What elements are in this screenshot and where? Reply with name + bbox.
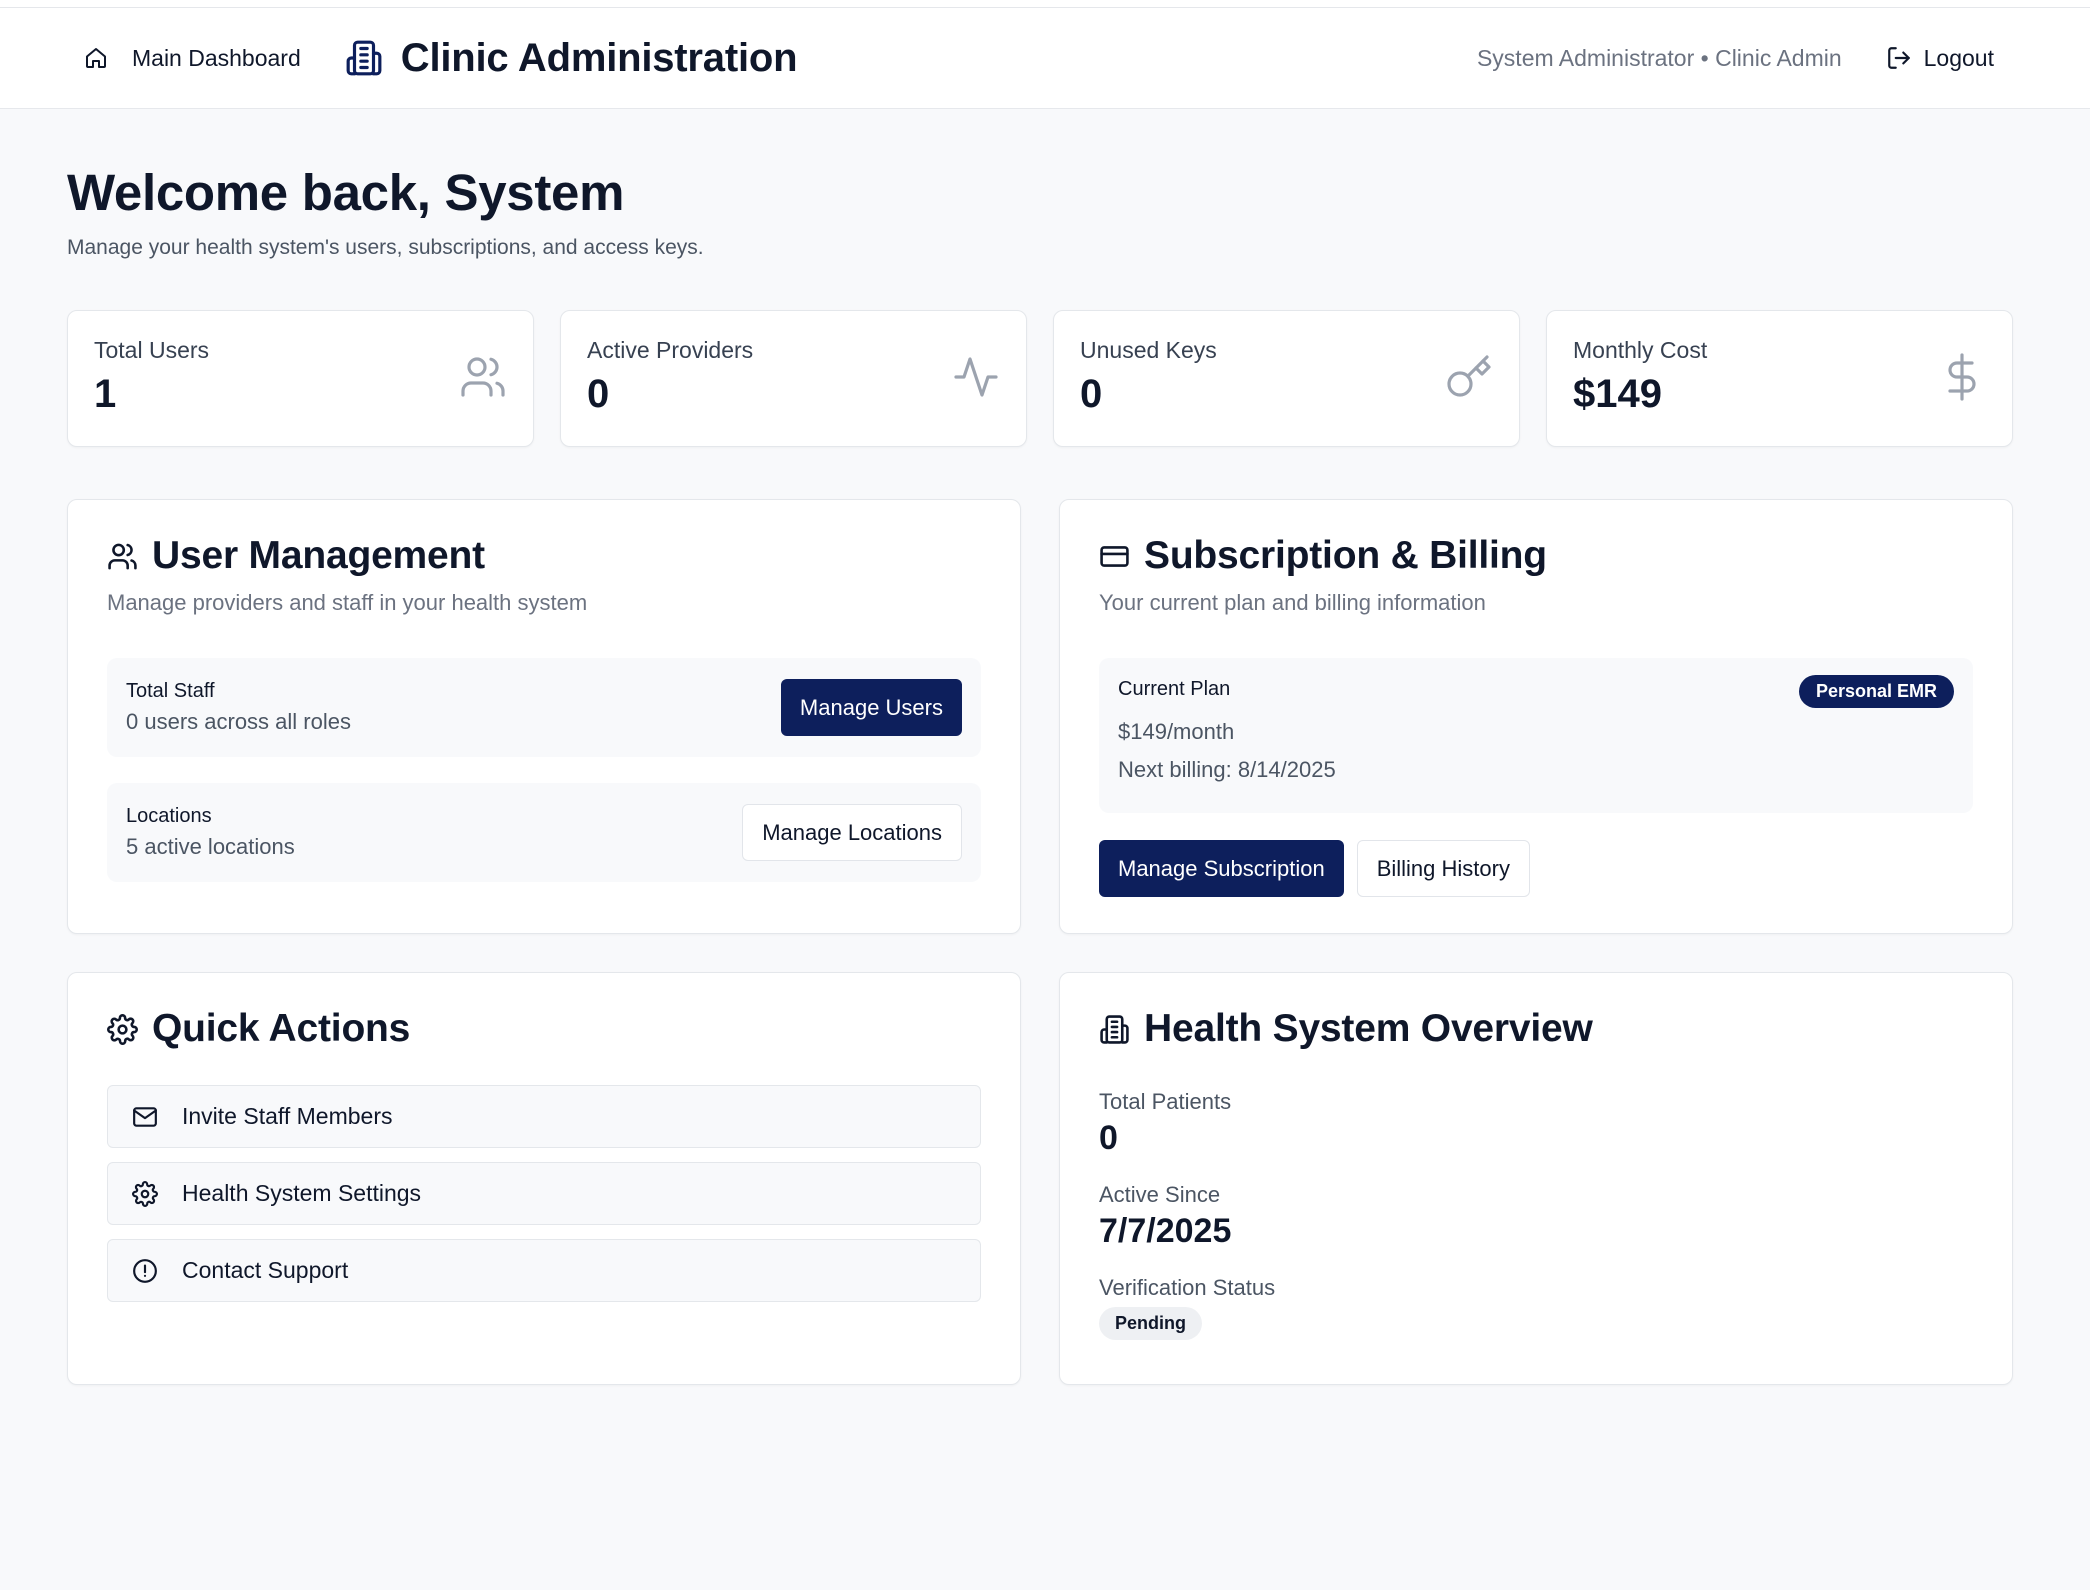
action-label: Contact Support xyxy=(182,1257,349,1283)
main-content: Welcome back, System Manage your health … xyxy=(0,163,2090,1385)
mail-icon xyxy=(132,1104,158,1130)
total-staff-row: Total Staff 0 users across all roles Man… xyxy=(107,658,981,757)
manage-locations-button[interactable]: Manage Locations xyxy=(742,804,962,861)
verification-status-label: Verification Status xyxy=(1099,1275,1276,1300)
action-label: Invite Staff Members xyxy=(182,1103,393,1129)
row-title: Total Staff xyxy=(126,680,215,702)
building-icon xyxy=(1099,1014,1130,1045)
next-billing: Next billing: 8/14/2025 xyxy=(1118,757,1336,782)
stat-value: 0 xyxy=(1080,372,1103,416)
page-subtitle: Manage your health system's users, subsc… xyxy=(67,236,704,259)
card-description: Manage providers and staff in your healt… xyxy=(107,590,588,615)
invite-staff-action[interactable]: Invite Staff Members xyxy=(107,1085,981,1148)
user-management-card: User Management Manage providers and sta… xyxy=(67,499,1021,934)
row-subtitle: 5 active locations xyxy=(126,834,295,859)
manage-subscription-button[interactable]: Manage Subscription xyxy=(1099,840,1344,897)
subscription-billing-card: Subscription & Billing Your current plan… xyxy=(1059,499,2013,934)
alert-circle-icon xyxy=(132,1258,158,1284)
stat-value: 0 xyxy=(587,372,610,416)
active-since-label: Active Since xyxy=(1099,1182,1221,1207)
stat-label: Unused Keys xyxy=(1080,337,1217,363)
users-icon xyxy=(107,541,138,572)
user-info: System Administrator • Clinic Admin xyxy=(1476,44,1842,71)
home-icon xyxy=(84,46,108,70)
card-header: Health System Overview xyxy=(1099,1007,1973,1051)
activity-icon xyxy=(952,353,1000,401)
app-title: Clinic Administration xyxy=(400,35,798,80)
stat-card-unused-keys: Unused Keys 0 xyxy=(1053,310,1520,447)
logout-button[interactable]: Logout xyxy=(1886,45,1994,72)
stat-value: 1 xyxy=(94,372,117,416)
stat-card-active-providers: Active Providers 0 xyxy=(560,310,1027,447)
overview-stats: Total Patients 0 Active Since 7/7/2025 V… xyxy=(1099,1089,1973,1340)
contact-support-action[interactable]: Contact Support xyxy=(107,1239,981,1302)
stats-row: Total Users 1 Active Providers 0 Unused … xyxy=(67,310,2023,447)
plan-badge: Personal EMR xyxy=(1798,675,1954,708)
app-header: Main Dashboard Clinic Administration Sys… xyxy=(0,8,2090,109)
cards-grid: User Management Manage providers and sta… xyxy=(67,499,2023,1385)
main-dashboard-link[interactable]: Main Dashboard xyxy=(84,37,301,80)
health-system-overview-card: Health System Overview Total Patients 0 … xyxy=(1059,972,2013,1385)
active-since-value: 7/7/2025 xyxy=(1099,1212,1232,1250)
billing-actions: Manage Subscription Billing History xyxy=(1099,840,1973,897)
stat-card-monthly-cost: Monthly Cost $149 xyxy=(1546,310,2013,447)
manage-users-button[interactable]: Manage Users xyxy=(780,679,962,736)
stat-value: $149 xyxy=(1573,372,1662,416)
page-title: Welcome back, System xyxy=(67,164,625,221)
main-dashboard-label: Main Dashboard xyxy=(132,44,301,71)
header-right: System Administrator • Clinic Admin Logo… xyxy=(1477,45,1994,72)
header-left: Main Dashboard Clinic Administration xyxy=(84,36,798,81)
gear-icon xyxy=(107,1013,138,1045)
plan-price: $149/month xyxy=(1118,719,1235,744)
stat-label: Monthly Cost xyxy=(1573,337,1708,363)
card-header: Subscription & Billing xyxy=(1099,534,1973,578)
card-header: User Management xyxy=(107,534,981,578)
row-subtitle: 0 users across all roles xyxy=(126,709,351,734)
logout-label: Logout xyxy=(1923,44,1994,71)
locations-row: Locations 5 active locations Manage Loca… xyxy=(107,783,981,882)
total-patients-value: 0 xyxy=(1099,1119,1118,1157)
building-icon xyxy=(345,39,383,77)
row-text: Locations 5 active locations xyxy=(126,805,295,860)
total-patients-label: Total Patients xyxy=(1099,1089,1232,1114)
card-title: User Management xyxy=(152,534,485,577)
users-icon xyxy=(459,353,507,401)
card-title: Health System Overview xyxy=(1144,1007,1593,1050)
current-plan-box: Current Plan Personal EMR $149/month Nex… xyxy=(1099,658,1973,813)
stat-label: Total Users xyxy=(94,337,210,363)
row-title: Locations xyxy=(126,805,212,827)
billing-history-button[interactable]: Billing History xyxy=(1356,840,1530,897)
action-label: Health System Settings xyxy=(182,1180,422,1206)
card-title: Subscription & Billing xyxy=(1144,534,1547,577)
key-icon xyxy=(1445,353,1493,401)
dollar-icon xyxy=(1938,353,1986,401)
quick-actions-card: Quick Actions Invite Staff Members Healt… xyxy=(67,972,1021,1385)
gear-icon xyxy=(132,1180,158,1207)
card-description: Your current plan and billing informatio… xyxy=(1099,590,1486,615)
stat-label: Active Providers xyxy=(587,337,754,363)
brand: Clinic Administration xyxy=(345,36,798,81)
card-header: Quick Actions xyxy=(107,1007,981,1051)
top-border xyxy=(0,0,2090,8)
health-system-settings-action[interactable]: Health System Settings xyxy=(107,1162,981,1225)
status-badge: Pending xyxy=(1099,1307,1202,1340)
quick-actions-list: Invite Staff Members Health System Setti… xyxy=(107,1085,981,1302)
row-text: Total Staff 0 users across all roles xyxy=(126,680,351,735)
credit-card-icon xyxy=(1099,541,1130,572)
logout-icon xyxy=(1886,45,1912,71)
stat-card-total-users: Total Users 1 xyxy=(67,310,534,447)
card-title: Quick Actions xyxy=(152,1007,411,1050)
